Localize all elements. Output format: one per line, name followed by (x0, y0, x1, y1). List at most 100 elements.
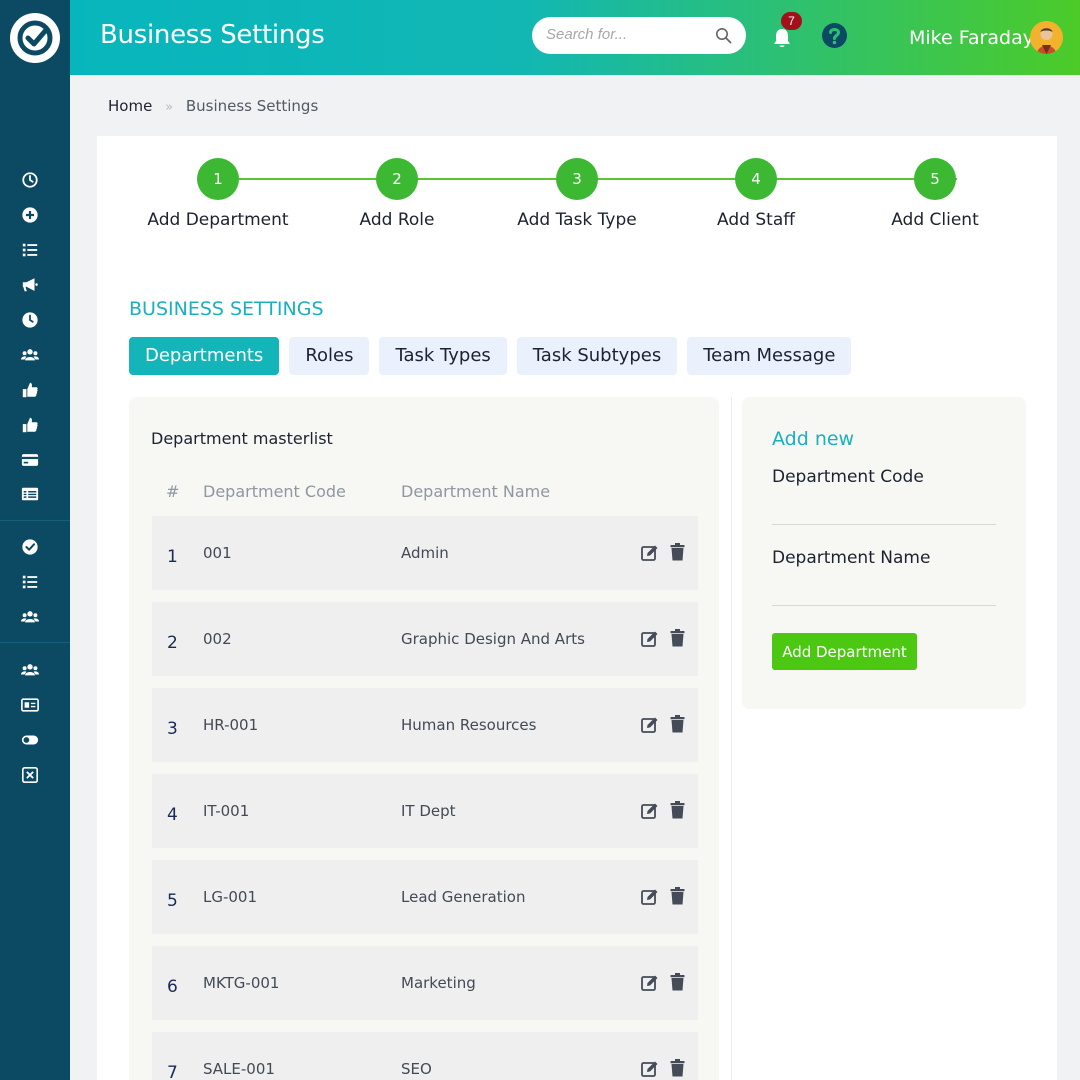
sidebar-users-icon[interactable] (20, 345, 40, 365)
masterlist-title: Department masterlist (151, 429, 333, 448)
table-row: 7 SALE-001 SEO (152, 1032, 698, 1080)
edit-icon[interactable] (641, 1060, 659, 1078)
row-number: 2 (167, 633, 178, 653)
add-department-button[interactable]: Add Department (772, 633, 917, 670)
step-4-label[interactable]: Add Staff (666, 210, 846, 230)
step-5-circle[interactable]: 5 (914, 158, 956, 200)
trash-icon[interactable] (670, 973, 685, 991)
trash-icon[interactable] (670, 715, 685, 733)
user-name[interactable]: Mike Faraday (909, 27, 1034, 49)
department-name: Graphic Design And Arts (401, 630, 585, 648)
tab-task-types[interactable]: Task Types (379, 337, 507, 375)
column-header-code: Department Code (203, 482, 346, 501)
trash-icon[interactable] (670, 887, 685, 905)
row-number: 7 (167, 1063, 178, 1080)
row-number: 6 (167, 977, 178, 997)
sidebar-clock-filled-icon[interactable] (20, 310, 40, 330)
page-title: Business Settings (100, 20, 325, 50)
edit-icon[interactable] (641, 974, 659, 992)
sidebar-id-card-icon[interactable] (20, 695, 40, 715)
sidebar-clock-icon[interactable] (20, 170, 40, 190)
sidebar-table-icon[interactable] (20, 484, 40, 504)
top-header: Business Settings 7 Mike Faraday (70, 0, 1080, 75)
sidebar-plus-circle-icon[interactable] (20, 205, 40, 225)
search-input[interactable] (546, 26, 706, 43)
edit-icon[interactable] (641, 544, 659, 562)
sidebar-thumbs-up-2-icon[interactable] (20, 415, 40, 435)
department-name: SEO (401, 1060, 432, 1078)
tab-task-subtypes[interactable]: Task Subtypes (516, 337, 678, 375)
notification-badge: 7 (781, 12, 802, 30)
notification-bell-icon[interactable] (771, 27, 793, 49)
settings-tabs: Departments Roles Task Types Task Subtyp… (129, 337, 852, 375)
search-box[interactable] (532, 17, 746, 54)
sidebar-list-icon[interactable] (20, 240, 40, 260)
row-number: 5 (167, 891, 178, 911)
department-masterlist-panel: Department masterlist # Department Code … (129, 397, 719, 1080)
row-number: 3 (167, 719, 178, 739)
edit-icon[interactable] (641, 716, 659, 734)
department-name: Human Resources (401, 716, 537, 734)
section-title: BUSINESS SETTINGS (129, 298, 324, 320)
step-2-label[interactable]: Add Role (307, 210, 487, 230)
main-card: 1 Add Department 2 Add Role 3 Add Task T… (97, 136, 1057, 1080)
department-code: HR-001 (203, 716, 259, 734)
sidebar-list-2-icon[interactable] (20, 572, 40, 592)
department-code-input[interactable] (772, 495, 996, 525)
department-code: 001 (203, 544, 232, 562)
app-logo[interactable] (10, 13, 60, 63)
sidebar-close-box-icon[interactable] (20, 765, 40, 785)
table-row: 5 LG-001 Lead Generation (152, 860, 698, 934)
sidebar-divider (0, 642, 70, 643)
sidebar-megaphone-icon[interactable] (20, 275, 40, 295)
sidebar-toggle-icon[interactable] (20, 730, 40, 750)
sidebar-credit-card-icon[interactable] (20, 450, 40, 470)
sidebar-users-3-icon[interactable] (20, 660, 40, 680)
sidebar-thumbs-up-icon[interactable] (20, 380, 40, 400)
sidebar-check-circle-icon[interactable] (20, 537, 40, 557)
trash-icon[interactable] (670, 543, 685, 561)
add-new-title: Add new (772, 428, 855, 450)
trash-icon[interactable] (670, 1059, 685, 1077)
step-3-label[interactable]: Add Task Type (487, 210, 667, 230)
table-row: 4 IT-001 IT Dept (152, 774, 698, 848)
tab-departments[interactable]: Departments (129, 337, 280, 375)
edit-icon[interactable] (641, 630, 659, 648)
breadcrumb-home[interactable]: Home (108, 97, 152, 115)
trash-icon[interactable] (670, 629, 685, 647)
sidebar-users-2-icon[interactable] (20, 607, 40, 627)
department-name: Marketing (401, 974, 476, 992)
table-row: 1 001 Admin (152, 516, 698, 590)
edit-icon[interactable] (641, 888, 659, 906)
breadcrumb-separator: » (165, 100, 174, 115)
trash-icon[interactable] (670, 801, 685, 819)
row-number: 1 (167, 547, 178, 567)
table-row: 3 HR-001 Human Resources (152, 688, 698, 762)
department-code: IT-001 (203, 802, 250, 820)
avatar[interactable] (1030, 21, 1063, 54)
column-header-name: Department Name (401, 482, 551, 501)
help-icon[interactable] (821, 22, 848, 49)
step-5-label[interactable]: Add Client (845, 210, 1025, 230)
stepper-line (239, 178, 957, 180)
add-department-panel: Add new Department Code Department Name … (742, 397, 1026, 709)
table-row: 2 002 Graphic Design And Arts (152, 602, 698, 676)
department-code: LG-001 (203, 888, 258, 906)
breadcrumb: Home » Business Settings (108, 97, 318, 115)
sidebar-divider (0, 520, 70, 521)
edit-icon[interactable] (641, 802, 659, 820)
logo-check-icon (17, 20, 53, 56)
table-row: 6 MKTG-001 Marketing (152, 946, 698, 1020)
tab-roles[interactable]: Roles (289, 337, 370, 375)
step-3-circle[interactable]: 3 (556, 158, 598, 200)
row-number: 4 (167, 805, 178, 825)
tab-team-message[interactable]: Team Message (687, 337, 852, 375)
department-name-input[interactable] (772, 576, 996, 606)
step-1-label[interactable]: Add Department (128, 210, 308, 230)
column-header-number: # (166, 482, 180, 501)
step-4-circle[interactable]: 4 (735, 158, 777, 200)
step-1-circle[interactable]: 1 (197, 158, 239, 200)
department-name: Lead Generation (401, 888, 526, 906)
search-icon[interactable] (715, 27, 732, 44)
step-2-circle[interactable]: 2 (376, 158, 418, 200)
